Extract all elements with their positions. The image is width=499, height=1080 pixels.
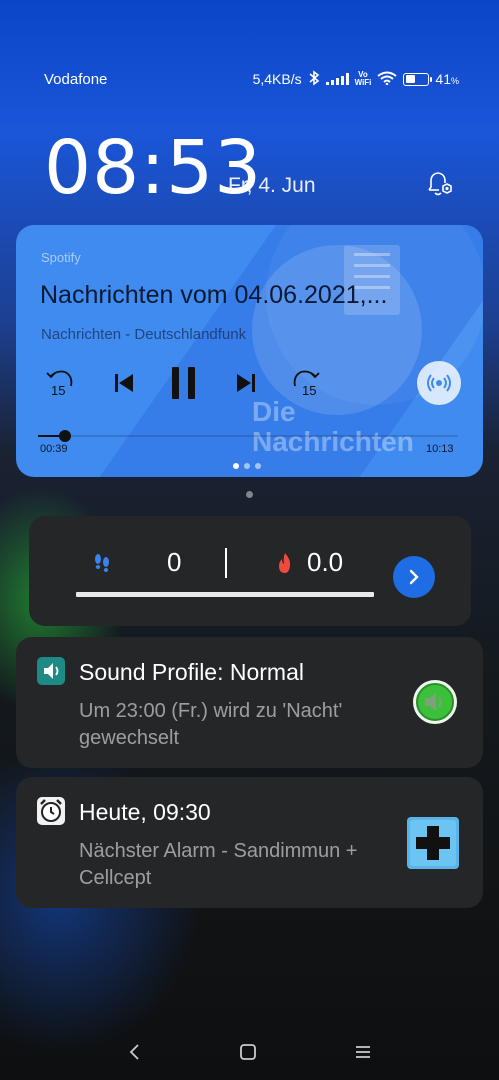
- square-icon: [240, 1044, 256, 1060]
- bluetooth-icon: [308, 69, 320, 89]
- menu-icon: [356, 1046, 370, 1058]
- medication-action-button[interactable]: [407, 817, 459, 874]
- progress-handle[interactable]: [58, 430, 71, 442]
- rewind-15-button[interactable]: 15: [42, 365, 78, 401]
- widget-page-indicator: [246, 491, 253, 498]
- elapsed-time: 00:39: [40, 443, 68, 455]
- calories-value: 0.0: [307, 547, 344, 577]
- vowifi-icon: Vo WiFi: [354, 70, 372, 87]
- footsteps-icon: [91, 552, 113, 579]
- forward-15-button[interactable]: 15: [288, 365, 324, 401]
- home-button[interactable]: [234, 1040, 262, 1064]
- chevron-left-icon: [129, 1044, 139, 1060]
- network-speed: 5,4KB/s: [252, 71, 302, 87]
- divider: [225, 548, 227, 578]
- steps-count: 0: [167, 547, 182, 577]
- notification-title: Heute, 09:30: [79, 799, 211, 825]
- back-button[interactable]: [121, 1040, 149, 1064]
- svg-text:15: 15: [51, 383, 65, 398]
- carrier-label: Vodafone: [44, 70, 108, 88]
- notification-sound-profile[interactable]: Sound Profile: Normal Um 23:00 (Fr.) wir…: [16, 637, 483, 768]
- battery-icon: [403, 72, 433, 86]
- media-app-name: Spotify: [41, 250, 81, 265]
- media-player-card[interactable]: Die Nachrichten Spotify Nachrichten vom …: [16, 225, 483, 477]
- flame-icon: [275, 552, 295, 579]
- lockscreen-date: Fr, 4. Jun: [228, 174, 316, 197]
- media-page-indicator: [233, 463, 261, 469]
- next-track-button[interactable]: [228, 365, 264, 401]
- signal-icon: [325, 73, 349, 85]
- sound-toggle-button[interactable]: [412, 679, 458, 730]
- pause-button[interactable]: [166, 365, 202, 401]
- battery-percent: 41%: [435, 71, 459, 87]
- open-fitness-button[interactable]: [393, 556, 435, 598]
- media-title: Nachrichten vom 04.06.2021,...: [40, 281, 388, 309]
- steps-progress-bar: [76, 592, 374, 597]
- alarm-clock-icon: [37, 797, 65, 825]
- chevron-right-icon: [409, 569, 419, 585]
- notification-body: Um 23:00 (Fr.) wird zu 'Nacht' gewechsel…: [79, 700, 343, 749]
- artwork-text: Die Nachrichten: [252, 396, 414, 457]
- broadcast-icon: [427, 374, 451, 392]
- recents-button[interactable]: [349, 1040, 377, 1064]
- media-artist: Nachrichten - Deutschlandfunk: [41, 326, 247, 343]
- status-bar: Vodafone 5,4KB/s Vo WiFi 41%: [44, 68, 459, 90]
- previous-track-button[interactable]: [106, 365, 142, 401]
- volume-icon: [413, 680, 457, 724]
- notification-alarm[interactable]: Heute, 09:30 Nächster Alarm - Sandimmun …: [16, 777, 483, 908]
- wifi-icon: [377, 71, 398, 88]
- fitness-widget[interactable]: 0 0.0: [29, 516, 471, 626]
- navigation-bar: [0, 1036, 499, 1066]
- notification-title: Sound Profile: Normal: [79, 659, 304, 685]
- speaker-icon: [37, 657, 65, 685]
- svg-text:15: 15: [302, 383, 316, 398]
- medical-cross-icon: [407, 817, 459, 869]
- cast-output-button[interactable]: [417, 361, 461, 405]
- bell-settings-icon[interactable]: [424, 168, 456, 200]
- total-time: 10:13: [426, 443, 454, 455]
- progress-track[interactable]: [38, 435, 458, 437]
- notification-body: Nächster Alarm - Sandimmun + Cellcept: [79, 840, 358, 889]
